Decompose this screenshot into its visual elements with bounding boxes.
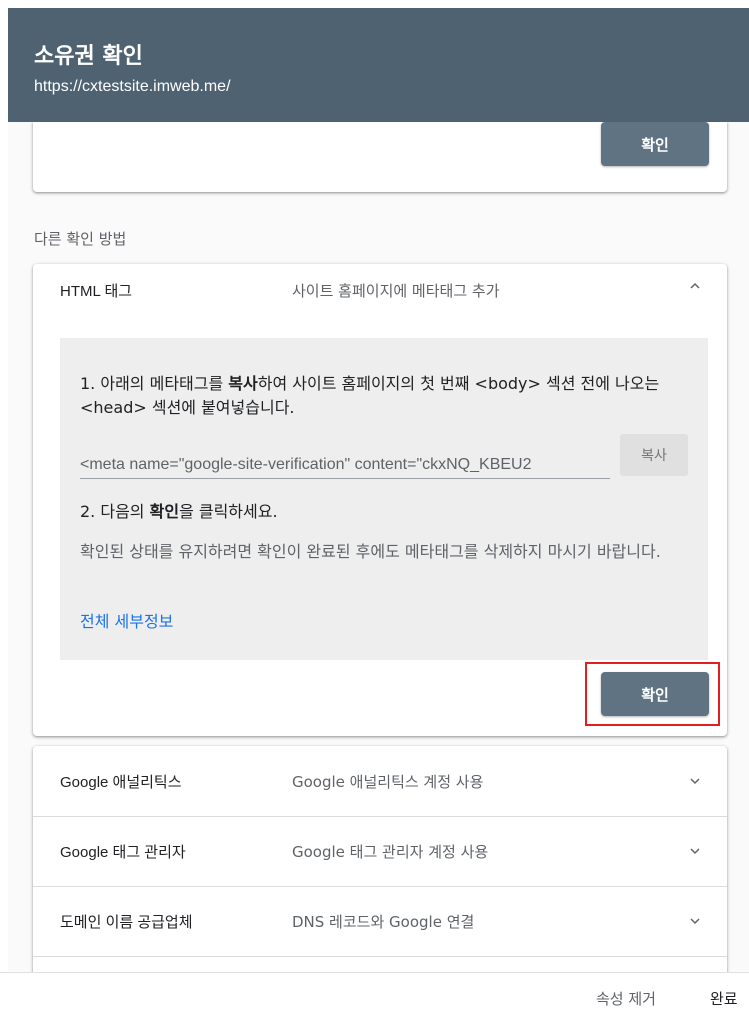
instructions-panel: 1. 아래의 메타태그를 복사하여 사이트 홈페이지의 첫 번째 <body> …	[60, 338, 708, 660]
method-description: DNS 레코드와 Google 연결	[292, 913, 475, 931]
method-description: Google 애널리틱스 계정 사용	[292, 773, 484, 791]
other-methods-heading: 다른 확인 방법	[34, 230, 127, 248]
chevron-up-icon[interactable]	[687, 278, 703, 294]
verify-button-recommended[interactable]: 확인	[601, 122, 709, 166]
method-row-google-tag-manager[interactable]: Google 태그 관리자 Google 태그 관리자 계정 사용	[33, 816, 727, 887]
html-tag-header[interactable]: HTML 태그 사이트 홈페이지에 메타태그 추가	[33, 264, 727, 314]
step-1-text: 1. 아래의 메타태그를 복사하여 사이트 홈페이지의 첫 번째 <body> …	[80, 372, 690, 420]
step-2-text: 2. 다음의 확인을 클릭하세요.	[80, 498, 278, 522]
copy-button[interactable]: 복사	[620, 434, 688, 476]
property-url: https://cxtestsite.imweb.me/	[34, 78, 231, 95]
step-1-prefix: 1. 아래의 메타태그를	[80, 374, 229, 393]
method-name: 도메인 이름 공급업체	[60, 914, 193, 931]
html-tag-card: HTML 태그 사이트 홈페이지에 메타태그 추가 1. 아래의 메타태그를 복…	[33, 264, 727, 736]
step-2-suffix: 을 클릭하세요.	[179, 502, 278, 521]
meta-tag-field[interactable]: <meta name="google-site-verification" co…	[80, 452, 610, 479]
chevron-down-icon[interactable]	[687, 773, 703, 789]
keep-tag-note: 확인된 상태를 유지하려면 확인이 완료된 후에도 메타태그를 삭제하지 마시기…	[80, 542, 661, 561]
dialog-header: 소유권 확인 https://cxtestsite.imweb.me/	[8, 8, 749, 122]
chevron-down-icon[interactable]	[687, 913, 703, 929]
dialog-content[interactable]: 확인 다른 확인 방법 HTML 태그 사이트 홈페이지에 메타태그 추가 1.…	[8, 122, 749, 972]
full-details-link[interactable]: 전체 세부정보	[80, 608, 173, 632]
dialog-footer: 속성 제거 완료	[0, 972, 749, 1019]
other-methods-list: Google 애널리틱스 Google 애널리틱스 계정 사용 Google 태…	[33, 746, 727, 972]
method-name: HTML 태그	[60, 283, 133, 300]
method-name: Google 애널리틱스	[60, 774, 182, 791]
done-button[interactable]: 완료	[710, 988, 738, 1009]
step-2-prefix: 2. 다음의	[80, 502, 150, 521]
method-name: Google 태그 관리자	[60, 844, 186, 861]
recommended-method-card: 확인	[33, 122, 727, 192]
method-description: 사이트 홈페이지에 메타태그 추가	[292, 282, 500, 300]
method-row-google-analytics[interactable]: Google 애널리틱스 Google 애널리틱스 계정 사용	[33, 746, 727, 817]
remove-property-button[interactable]: 속성 제거	[596, 988, 656, 1009]
verify-button[interactable]: 확인	[601, 672, 709, 716]
dialog-title: 소유권 확인	[34, 44, 143, 69]
method-row-domain-provider[interactable]: 도메인 이름 공급업체 DNS 레코드와 Google 연결	[33, 886, 727, 957]
step-1-bold: 복사	[228, 374, 258, 393]
method-description: Google 태그 관리자 계정 사용	[292, 843, 489, 861]
step-2-bold: 확인	[149, 502, 180, 521]
chevron-down-icon[interactable]	[687, 843, 703, 859]
